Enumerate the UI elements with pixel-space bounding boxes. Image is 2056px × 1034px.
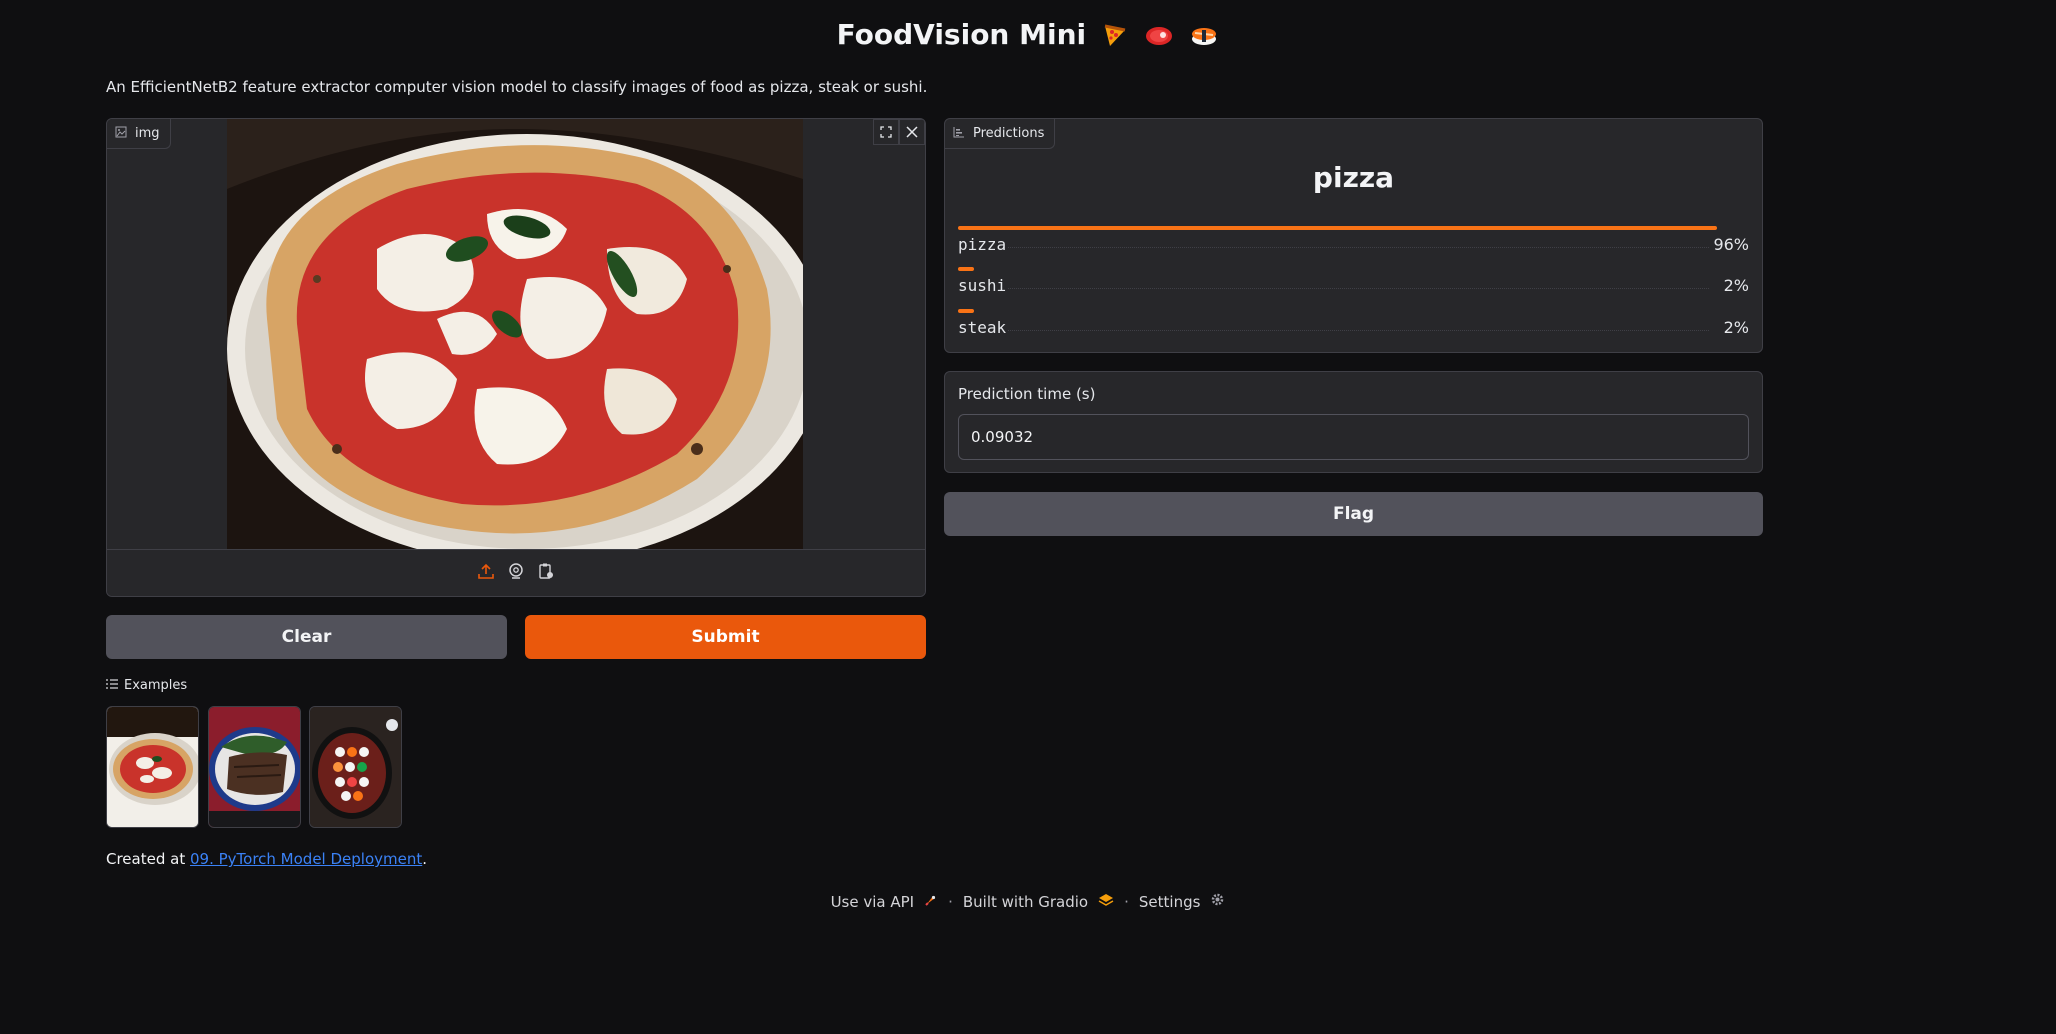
title-text: FoodVision Mini xyxy=(836,18,1087,51)
gear-icon[interactable] xyxy=(1210,892,1225,911)
page-title: FoodVision Mini xyxy=(0,18,2056,51)
submit-button[interactable]: Submit xyxy=(525,615,926,659)
image-input-panel[interactable]: img xyxy=(106,118,926,597)
clipboard-icon[interactable] xyxy=(537,562,555,584)
upload-icon[interactable] xyxy=(477,562,495,584)
close-icon[interactable] xyxy=(899,119,925,145)
examples-label: Examples xyxy=(124,678,188,693)
list-icon xyxy=(106,678,118,693)
confidence-row: pizza 96% xyxy=(958,226,1749,266)
sushi-icon xyxy=(1189,18,1219,51)
footer-separator: · xyxy=(1124,892,1129,911)
confidence-divider xyxy=(1008,288,1709,289)
confidence-label: sushi xyxy=(958,276,1007,295)
predictions-label-text: Predictions xyxy=(973,126,1045,141)
confidence-bar xyxy=(958,226,1718,230)
clear-button[interactable]: Clear xyxy=(106,615,507,659)
bar-chart-icon xyxy=(953,126,965,142)
top-prediction: pizza xyxy=(1312,161,1395,194)
confidence-label: pizza xyxy=(958,235,1007,254)
examples-header: Examples xyxy=(106,678,187,693)
pizza-icon xyxy=(1102,18,1128,51)
confidence-bar xyxy=(958,309,974,313)
confidence-row: sushi 2% xyxy=(958,267,1749,307)
confidence-divider xyxy=(1008,247,1709,248)
confidence-value: 96% xyxy=(1713,235,1749,254)
steak-icon xyxy=(1144,18,1174,51)
fullscreen-icon[interactable] xyxy=(873,119,899,145)
example-sushi[interactable] xyxy=(309,706,402,828)
created-at-text: Created at 09. PyTorch Model Deployment. xyxy=(106,850,427,868)
prediction-time-panel: Prediction time (s) 0.09032 xyxy=(944,371,1763,473)
confidence-label: steak xyxy=(958,318,1007,337)
prediction-time-field[interactable]: 0.09032 xyxy=(958,414,1749,460)
image-source-bar xyxy=(107,549,925,596)
confidence-value: 2% xyxy=(1723,276,1749,295)
flag-button[interactable]: Flag xyxy=(944,492,1763,536)
confidence-value: 2% xyxy=(1723,318,1749,337)
image-input-label-text: img xyxy=(135,126,160,141)
confidence-row: steak 2% xyxy=(958,309,1749,349)
built-with-gradio-link[interactable]: Built with Gradio xyxy=(963,893,1088,911)
created-suffix: . xyxy=(422,850,428,868)
uploaded-pizza-image xyxy=(227,119,803,551)
predictions-label: Predictions xyxy=(945,119,1056,149)
image-tools xyxy=(873,119,925,145)
rocket-icon xyxy=(924,893,938,911)
created-prefix: Created at xyxy=(106,850,190,868)
image-icon xyxy=(115,126,127,142)
prediction-time-label: Prediction time (s) xyxy=(958,385,1096,403)
app-description: An EfficientNetB2 feature extractor comp… xyxy=(106,78,928,96)
footer-separator: · xyxy=(948,892,953,911)
use-via-api-link[interactable]: Use via API xyxy=(831,893,915,911)
gradio-logo-icon xyxy=(1098,893,1114,911)
webcam-icon[interactable] xyxy=(507,562,525,584)
app-page: FoodVision Mini An EfficientNetB2 featur… xyxy=(0,0,2056,1034)
settings-link[interactable]: Settings xyxy=(1139,893,1201,911)
confidence-bar xyxy=(958,267,974,271)
example-pizza[interactable] xyxy=(106,706,199,828)
example-steak[interactable] xyxy=(208,706,301,828)
confidence-divider xyxy=(1008,330,1709,331)
image-input-label: img xyxy=(107,119,171,149)
footer: Use via API · Built with Gradio · Settin… xyxy=(0,892,2056,911)
predictions-panel: Predictions pizza pizza 96% sushi 2% ste… xyxy=(944,118,1763,353)
deployment-link[interactable]: 09. PyTorch Model Deployment xyxy=(190,850,422,868)
